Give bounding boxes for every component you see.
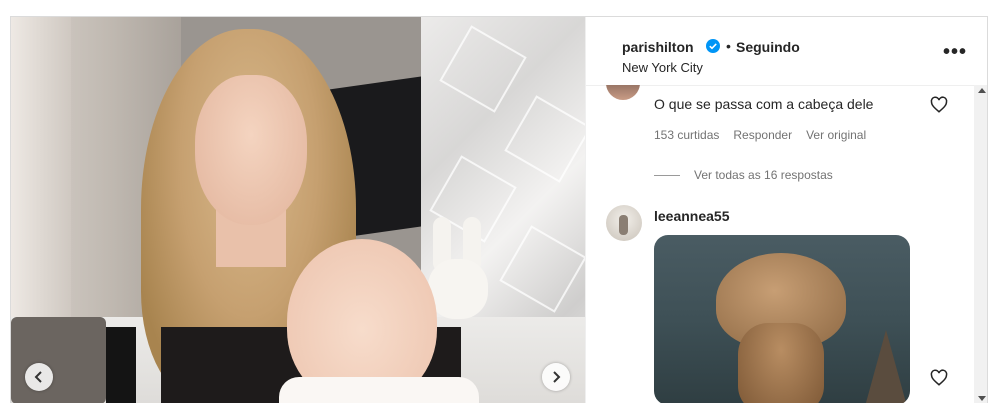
comment-text: O que se passa com a cabeça dele — [654, 96, 874, 112]
comment-likes[interactable]: 153 curtidas — [654, 128, 719, 142]
chevron-left-icon — [34, 371, 42, 383]
pillow — [106, 327, 136, 403]
heart-outline-icon[interactable] — [930, 96, 948, 114]
replies-line — [654, 174, 680, 176]
comments-scrollbar[interactable] — [974, 85, 987, 403]
comments-list: O que se passa com a cabeça dele 153 cur… — [586, 85, 987, 403]
post-sidebar: parishilton • Seguindo New York City •••… — [585, 17, 987, 403]
comment-username[interactable]: leeannea55 — [654, 208, 730, 224]
armchair — [11, 317, 106, 403]
commenter-avatar[interactable] — [606, 85, 640, 100]
previous-photo-button[interactable] — [25, 363, 53, 391]
post-photo[interactable] — [11, 17, 585, 403]
chevron-right-icon — [553, 371, 561, 383]
location-link[interactable]: New York City — [622, 60, 703, 75]
username-link[interactable]: parishilton — [622, 39, 694, 55]
scroll-down-arrow-icon[interactable] — [978, 396, 986, 401]
following-button[interactable]: Seguindo — [736, 39, 800, 55]
baby-shirt — [279, 377, 479, 403]
next-photo-button[interactable] — [542, 363, 570, 391]
post-header: parishilton • Seguindo New York City ••• — [586, 17, 987, 86]
more-options-icon[interactable]: ••• — [943, 41, 967, 64]
scroll-up-arrow-icon[interactable] — [978, 88, 986, 93]
reply-button[interactable]: Responder — [733, 128, 792, 142]
verified-badge-icon — [706, 39, 720, 53]
view-replies-button[interactable]: Ver todas as 16 respostas — [654, 168, 833, 182]
comment-gif[interactable] — [654, 235, 910, 403]
separator-dot: • — [726, 38, 731, 54]
see-original-button[interactable]: Ver original — [806, 128, 866, 142]
rock-spire — [864, 330, 908, 403]
heart-outline-icon[interactable] — [930, 369, 948, 387]
view-replies-label: Ver todas as 16 respostas — [694, 168, 833, 182]
commenter-avatar[interactable] — [606, 205, 642, 241]
post-modal: parishilton • Seguindo New York City •••… — [10, 16, 988, 403]
comment-meta: 153 curtidas Responder Ver original — [654, 128, 866, 142]
woman-face — [195, 75, 307, 225]
alien-figure — [716, 253, 846, 403]
